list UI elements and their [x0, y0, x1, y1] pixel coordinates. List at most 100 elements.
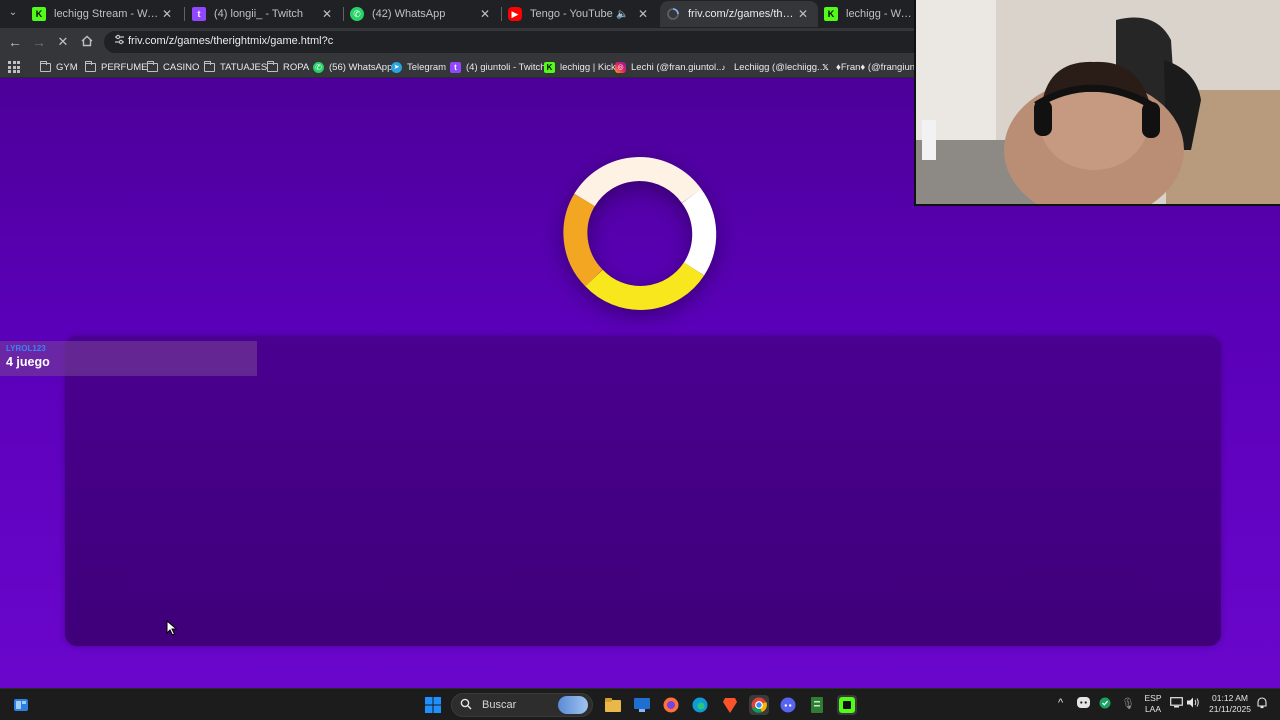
- folder-icon: [203, 60, 215, 73]
- kick-app-icon[interactable]: [837, 695, 857, 715]
- keyboard-layout: LAA: [1144, 704, 1162, 714]
- kick-icon: K: [544, 61, 555, 73]
- mouse-cursor-icon: [166, 620, 178, 636]
- speaker-icon[interactable]: 🔈: [616, 9, 632, 20]
- clock-time: 01:12 AM: [1212, 693, 1248, 703]
- folder-icon: [39, 60, 51, 73]
- volume-icon[interactable]: [1187, 697, 1200, 711]
- bookmark-instagram[interactable]: ◎ Lechi (@fran.giuntol...: [615, 58, 724, 76]
- close-icon[interactable]: ✕: [796, 7, 810, 21]
- url-text: friv.com/z/games/therightmix/game.html?c: [128, 35, 334, 47]
- tab-youtube[interactable]: ▶ Tengo - YouTube 🔈 ✕: [502, 1, 658, 27]
- bookmark-label: CASINO: [163, 61, 200, 73]
- loading-ring-segment-white: [681, 188, 717, 276]
- browser-toolbar: ← → ✕ friv.com/z/games/therightmix/game.…: [0, 28, 914, 56]
- show-hidden-icons-chevron-icon[interactable]: ^: [1058, 697, 1063, 709]
- bookmark-label: (4) giuntoli - Twitch: [466, 61, 546, 73]
- bookmark-label: Telegram: [407, 61, 447, 73]
- search-highlight-icon: [558, 696, 588, 714]
- tab-whatsapp[interactable]: ✆ (42) WhatsApp ✕: [344, 1, 500, 27]
- instagram-icon: ◎: [615, 61, 626, 73]
- bookmark-casino[interactable]: CASINO: [146, 58, 200, 76]
- folder-icon: [266, 60, 278, 73]
- bookmark-label: TATUAJES: [220, 61, 268, 73]
- close-icon[interactable]: ✕: [320, 7, 334, 21]
- home-icon[interactable]: [77, 32, 97, 52]
- chat-message-overlay: LYROL123 4 juego: [0, 341, 257, 376]
- tab-title: (4) longii_ - Twitch: [214, 8, 304, 20]
- bookmark-label: ROPA: [283, 61, 310, 73]
- bookmark-label: lechigg | Kick: [560, 61, 616, 73]
- bookmark-gym[interactable]: GYM: [39, 58, 78, 76]
- youtube-icon: ▶: [508, 7, 522, 21]
- whatsapp-icon: ✆: [350, 7, 364, 21]
- notifications-bell-icon[interactable]: [1256, 697, 1268, 712]
- chat-message-text: 4 juego: [6, 355, 50, 369]
- bookmark-ropa[interactable]: ROPA: [266, 58, 310, 76]
- network-icon[interactable]: [1170, 697, 1183, 711]
- folder-icon: [146, 60, 158, 73]
- close-icon[interactable]: ✕: [478, 7, 492, 21]
- document-app-icon[interactable]: [807, 695, 827, 715]
- whatsapp-icon: ✆: [313, 61, 324, 73]
- bookmark-twitch[interactable]: t (4) giuntoli - Twitch: [450, 58, 546, 76]
- security-tray-icon[interactable]: [1099, 697, 1111, 712]
- discord-tray-icon[interactable]: [1077, 697, 1090, 711]
- microphone-icon[interactable]: 🎙: [1121, 697, 1135, 710]
- tab-kick-stream[interactable]: K lechigg Stream - Watch Live on ✕: [26, 1, 182, 27]
- apps-grid-icon[interactable]: [8, 61, 20, 73]
- discord-icon[interactable]: [778, 695, 798, 715]
- language-indicator[interactable]: ESP LAA: [1140, 693, 1166, 715]
- bookmark-label: GYM: [56, 61, 78, 73]
- loading-ring-segment-orange: [563, 193, 603, 287]
- bookmark-label: (56) WhatsApp: [329, 61, 393, 73]
- bookmark-perfume[interactable]: PERFUME: [84, 58, 148, 76]
- tab-title: friv.com/z/games/therightmix/g: [688, 8, 796, 20]
- tab-title: (42) WhatsApp: [372, 8, 446, 20]
- bookmark-label: ♦Fran♦ (@frangiunt...: [836, 61, 926, 73]
- tab-kick-clips[interactable]: K lechigg - Watch clips: [818, 1, 914, 27]
- windows-taskbar: Buscar ^ 🎙 ESP LAA 01:12 AM 21/11/2025: [0, 688, 1280, 720]
- taskbar-search-box[interactable]: Buscar: [451, 693, 593, 717]
- back-arrow-icon[interactable]: ←: [5, 32, 25, 52]
- site-info-icon[interactable]: [111, 34, 127, 50]
- tiktok-icon: ♪: [721, 62, 726, 72]
- game-container[interactable]: [65, 336, 1221, 646]
- bookmark-x[interactable]: 𝕏 ♦Fran♦ (@frangiunt...: [820, 58, 926, 76]
- stop-loading-icon[interactable]: ✕: [53, 32, 73, 52]
- widgets-icon[interactable]: [11, 695, 31, 715]
- windows-start-icon[interactable]: [423, 695, 443, 715]
- twitch-icon: t: [192, 7, 206, 21]
- loading-ring: [563, 157, 717, 310]
- bookmark-tatuajes[interactable]: TATUAJES: [203, 58, 268, 76]
- firefox-icon[interactable]: [661, 695, 681, 715]
- twitch-icon: t: [450, 61, 461, 73]
- bookmark-label: PERFUME: [101, 61, 148, 73]
- chrome-icon[interactable]: [749, 695, 769, 715]
- tab-twitch[interactable]: t (4) longii_ - Twitch ✕: [186, 1, 342, 27]
- bookmark-whatsapp[interactable]: ✆ (56) WhatsApp: [313, 58, 392, 76]
- system-clock[interactable]: 01:12 AM 21/11/2025: [1204, 693, 1256, 715]
- close-icon[interactable]: ✕: [160, 7, 174, 21]
- loading-ring-segment-yellow: [585, 262, 705, 310]
- file-explorer-icon[interactable]: [603, 695, 623, 715]
- edge-icon[interactable]: [690, 695, 710, 715]
- telegram-icon: ➤: [391, 61, 402, 73]
- tab-search-chevron-icon[interactable]: ⌄: [4, 4, 22, 22]
- brave-icon[interactable]: [720, 695, 740, 715]
- tab-title: Tengo - YouTube: [530, 8, 613, 20]
- tab-separator: [184, 7, 185, 21]
- bookmarks-bar: GYM PERFUME CASINO TATUAJES ROPA ✆ (56) …: [0, 56, 926, 78]
- bookmark-kick[interactable]: K lechigg | Kick: [544, 58, 616, 76]
- kick-icon: K: [824, 7, 838, 21]
- bookmark-tiktok[interactable]: ♪ Lechiigg (@lechiigg...: [718, 58, 825, 76]
- bookmark-telegram[interactable]: ➤ Telegram: [391, 58, 446, 76]
- bookmark-label: Lechiigg (@lechiigg...: [734, 61, 825, 73]
- search-placeholder: Buscar: [482, 699, 517, 711]
- tab-friv-active[interactable]: friv.com/z/games/therightmix/g ✕: [660, 1, 818, 27]
- address-bar[interactable]: friv.com/z/games/therightmix/game.html?c: [104, 31, 914, 53]
- forward-arrow-icon[interactable]: →: [29, 32, 49, 52]
- monitor-app-icon[interactable]: [632, 695, 652, 715]
- close-icon[interactable]: ✕: [636, 7, 650, 21]
- tab-title: lechigg - Watch clips: [846, 8, 914, 20]
